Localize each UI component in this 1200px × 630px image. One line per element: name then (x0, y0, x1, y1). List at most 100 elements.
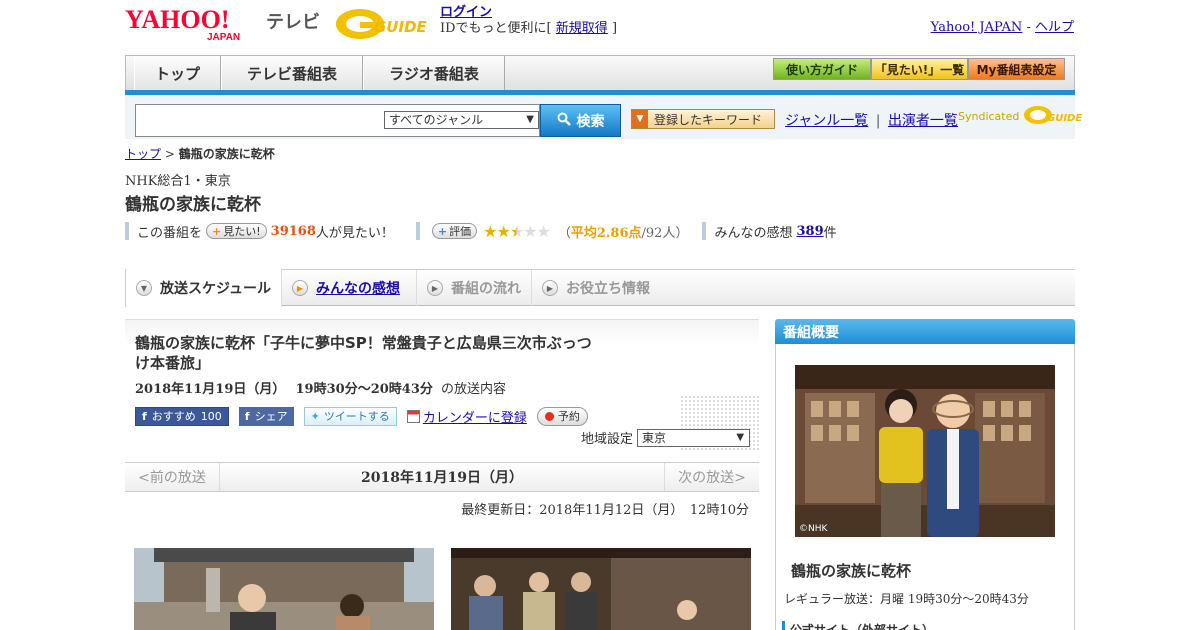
cast-list-link[interactable]: 出演者一覧 (888, 113, 958, 129)
calendar-icon (406, 409, 420, 423)
episode-date-suffix: の放送内容 (441, 382, 507, 397)
mitai-prefix: この番組を (137, 225, 203, 241)
star-icon: ★ (496, 221, 510, 241)
genre-select-value: すべてのジャンル (389, 113, 484, 127)
tweet-label: ツイートする (323, 410, 390, 423)
plus-icon: + (437, 224, 448, 238)
episode-date-time: 19時30分～20時43分 (295, 382, 433, 397)
reserve-button[interactable]: 予約 (536, 406, 588, 426)
rate-button[interactable]: + 評価 (431, 223, 478, 239)
avg-rating: 平均2.86点 (570, 225, 642, 241)
login-link[interactable]: ログイン (440, 5, 492, 20)
tweet-button[interactable]: ✦ ツイートする (303, 406, 397, 426)
search-button[interactable]: 検索 (540, 104, 621, 137)
program-overview-heading: 番組概要 (775, 319, 1075, 344)
genre-select[interactable]: すべてのジャンル ▼ (384, 111, 539, 129)
plus-icon: + (212, 224, 222, 238)
next-broadcast-link[interactable]: 次の放送> (664, 463, 759, 491)
prev-broadcast-link[interactable]: <前の放送 (125, 463, 220, 491)
page-title: 鶴瓶の家族に乾杯 (125, 195, 261, 215)
tab-useful-info-label: お役立ち情報 (566, 281, 650, 297)
region-setting: 地域設定 東京 ▼ (581, 428, 751, 447)
program-overview-title: 鶴瓶の家族に乾杯 (791, 562, 912, 580)
avg-open: （ (557, 225, 571, 241)
episode-photo-2 (451, 548, 751, 630)
star-rating: ★★★★★ (483, 221, 551, 241)
chevron-right-icon: ▶ (542, 280, 558, 296)
tv-label: テレビ (266, 12, 320, 33)
social-buttons: f おすすめ 100 f シェア ✦ ツイートする カレンダーに登録 予約 (135, 406, 588, 426)
record-icon (544, 411, 554, 421)
yahoo-logo-sub: JAPAN (207, 32, 240, 42)
breadcrumb: トップ > 鶴瓶の家族に乾杯 (125, 145, 275, 162)
chevron-right-icon: ▶ (292, 280, 308, 296)
mitai-button-label: 見たい! (223, 225, 261, 238)
tab-schedule[interactable]: ▼ 放送スケジュール (125, 269, 282, 307)
tab-useful-info: ▶ お役立ち情報 (532, 270, 662, 306)
rate-button-label: 評価 (449, 225, 472, 238)
twitter-bird-icon: ✦ (310, 409, 320, 423)
region-select[interactable]: 東京 ▼ (637, 428, 751, 447)
help-link[interactable]: ヘルプ (1035, 20, 1074, 35)
last-updated: 最終更新日：2018年11月12日（月） 12時10分 (461, 503, 749, 518)
tab-program-flow-label: 番組の流れ (451, 281, 521, 297)
tab-schedule-label: 放送スケジュール (160, 281, 272, 297)
separator (415, 222, 420, 240)
rating-row: この番組を + 見たい! 39168 人が見たい！ + 評価 ★★★★★ （平均2.… (125, 221, 837, 241)
separator (125, 222, 129, 240)
reviews-suffix: 件 (823, 225, 837, 241)
syndicated-gguide-logo: Syndicated GUIDE (958, 104, 1085, 126)
region-select-value: 東京 (642, 430, 667, 445)
program-tabs: ▼ 放送スケジュール ▶ みんなの感想 ▶ 番組の流れ ▶ お役立ち情報 (125, 269, 1075, 307)
chevron-down-icon: ▼ (526, 114, 534, 125)
gguide-logo[interactable]: GUIDE (334, 6, 434, 42)
calendar-register-link[interactable]: カレンダーに登録 (423, 407, 527, 426)
syndicated-label: Syndicated (958, 110, 1020, 123)
official-site-link[interactable]: 公式サイト（外部サイト） (782, 621, 934, 630)
chevron-right-icon: ▶ (427, 280, 443, 296)
star-half-icon: ★ (509, 221, 524, 241)
dropdown-triangle-icon: ▼ (632, 110, 648, 128)
my-schedule-settings-button[interactable]: My番組表設定 (968, 58, 1065, 80)
fb-count: 100 (200, 409, 222, 423)
search-links: ジャンル一覧 | 出演者一覧 (785, 110, 958, 130)
search-button-label: 検索 (576, 113, 605, 130)
nav-tab-top[interactable]: トップ (134, 56, 221, 90)
star-empty-icon: ★ (523, 221, 537, 241)
yahoo-japan-link[interactable]: Yahoo! JAPAN (931, 20, 1023, 35)
breadcrumb-current: 鶴瓶の家族に乾杯 (178, 147, 275, 161)
guide-button[interactable]: 使い方ガイド (773, 58, 871, 80)
nav-tab-radio-schedule[interactable]: ラジオ番組表 (363, 56, 505, 90)
header-dash: - (1026, 20, 1031, 35)
mitai-button[interactable]: + 見たい! (206, 223, 267, 239)
search-links-pipe: | (875, 113, 881, 129)
avg-count: /92人） (641, 225, 689, 241)
date-navigation: <前の放送 2018年11月19日（月） 次の放送> (125, 462, 759, 492)
login-box: ログイン IDでもっと便利に[ 新規取得 ] (440, 5, 617, 37)
search-icon (557, 112, 571, 130)
facebook-share-button[interactable]: f シェア (238, 406, 294, 426)
registered-keyword-button[interactable]: ▼ 登録したキーワード (631, 109, 775, 129)
yahoo-japan-logo[interactable]: YAHOO! JAPAN (125, 5, 263, 43)
episode-date-day: 2018年11月19日（月） (135, 382, 286, 397)
mitai-list-button[interactable]: 「見たい!」一覧 (871, 58, 968, 80)
reserve-label: 予約 (557, 410, 580, 423)
region-label: 地域設定 (581, 432, 634, 447)
facebook-recommend-button[interactable]: f おすすめ 100 (135, 406, 229, 426)
regular-broadcast-info: レギュラー放送：月曜 19時30分～20時43分 (784, 592, 1029, 606)
nav-tab-tv-schedule[interactable]: テレビ番組表 (221, 56, 363, 90)
star-icon: ★ (483, 221, 497, 241)
facebook-icon: f (244, 409, 250, 423)
program-overview-photo: ©NHK (795, 365, 1055, 537)
episode-photo-1 (134, 548, 434, 630)
reviews-count-link[interactable]: 389 (796, 224, 823, 239)
tab-program-flow: ▶ 番組の流れ (417, 270, 532, 306)
main-nav: トップ テレビ番組表 ラジオ番組表 使い方ガイド 「見たい!」一覧 My番組表設… (125, 55, 1075, 95)
genre-list-link[interactable]: ジャンル一覧 (785, 113, 868, 129)
login-close: ] (611, 21, 618, 36)
separator (702, 222, 707, 240)
breadcrumb-top-link[interactable]: トップ (125, 147, 161, 161)
register-link[interactable]: 新規取得 (556, 21, 608, 36)
tab-reviews[interactable]: ▶ みんなの感想 (282, 270, 417, 306)
current-broadcast-date: 2018年11月19日（月） (361, 470, 523, 486)
